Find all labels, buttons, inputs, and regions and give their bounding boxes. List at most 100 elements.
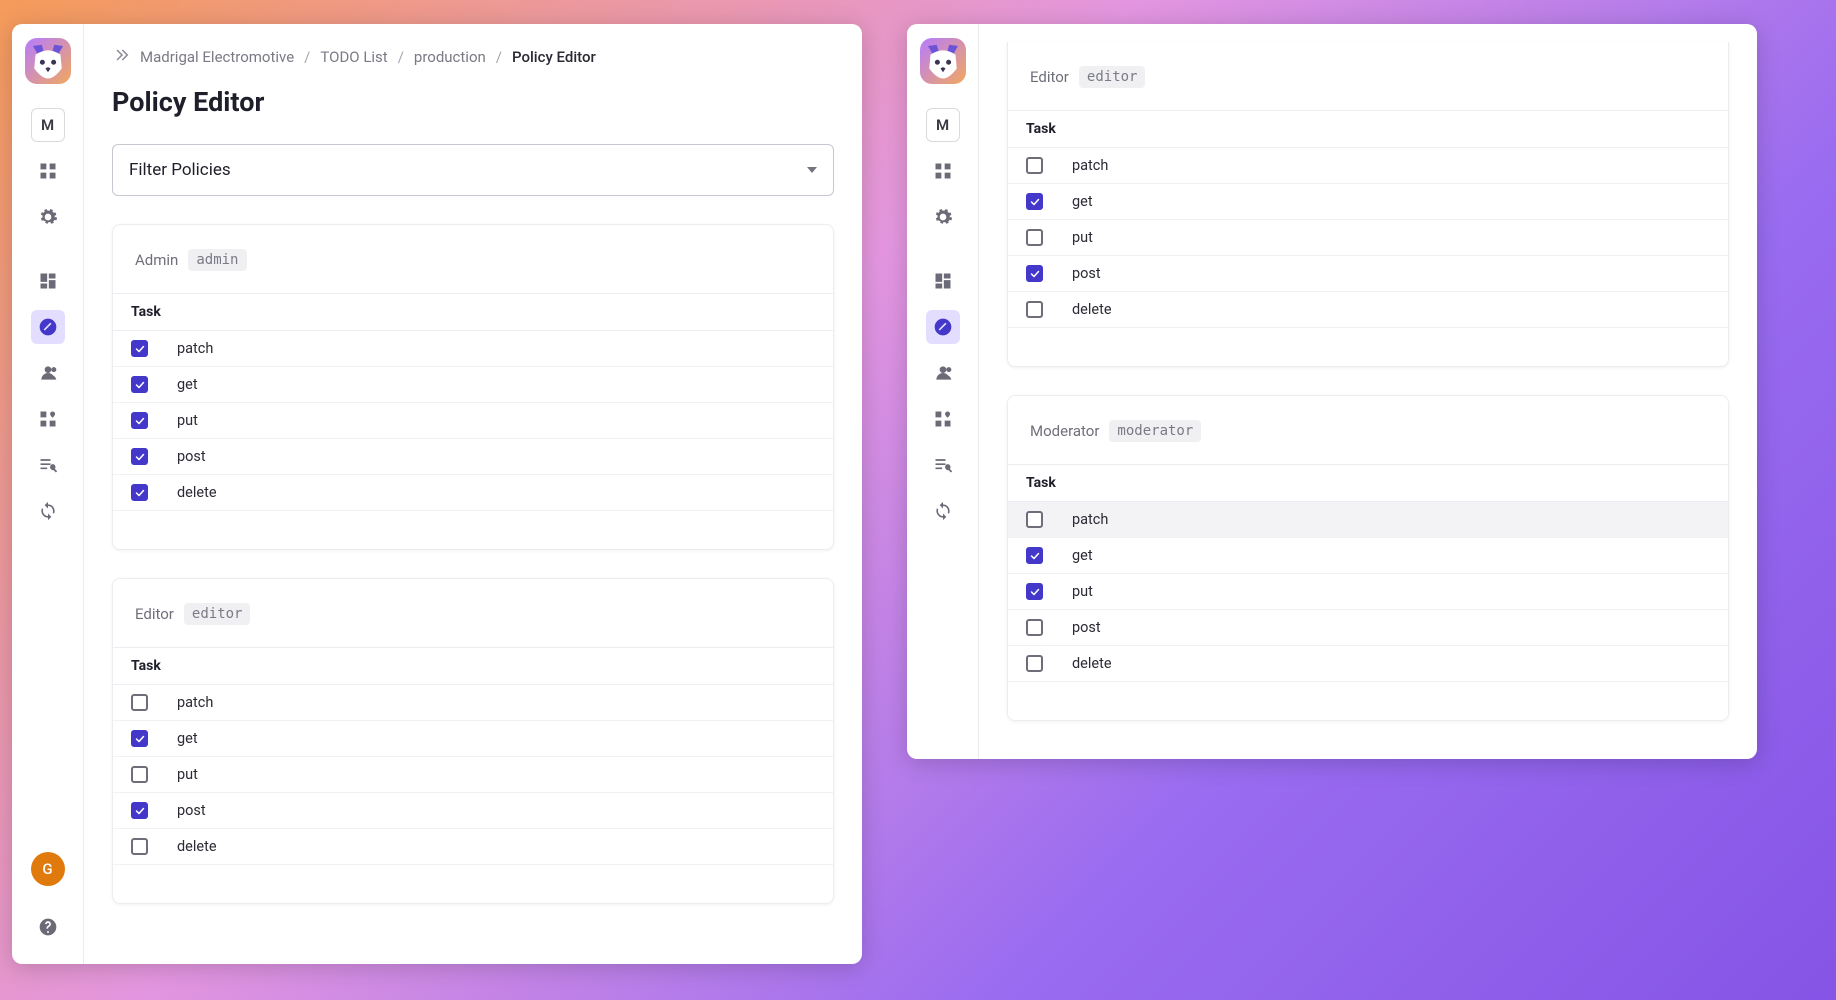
task-name: patch <box>1054 157 1108 174</box>
nav-settings[interactable] <box>31 200 65 234</box>
nav-apps[interactable] <box>926 154 960 188</box>
people-icon <box>933 363 953 383</box>
table-header-task: Task <box>1026 475 1202 491</box>
policy-circle-icon <box>38 317 58 337</box>
nav-search-list[interactable] <box>926 448 960 482</box>
nav-dashboard[interactable] <box>31 264 65 298</box>
task-checkbox[interactable] <box>1026 583 1043 600</box>
sidebar: M <box>907 24 979 759</box>
app-logo[interactable] <box>920 38 966 84</box>
role-code: admin <box>188 249 246 271</box>
task-checkbox[interactable] <box>1026 229 1043 246</box>
task-checkbox[interactable] <box>131 448 148 465</box>
task-name: get <box>1054 547 1093 564</box>
task-rows-admin: patchget put post delete <box>113 331 833 511</box>
role-code: editor <box>184 603 251 625</box>
dashboard-icon <box>933 271 953 291</box>
nav-users[interactable] <box>31 356 65 390</box>
task-name: post <box>1054 619 1101 636</box>
table-row: put <box>1008 220 1728 256</box>
task-checkbox[interactable] <box>1026 547 1043 564</box>
table-row: put <box>113 403 833 439</box>
table-header-task: Task <box>131 304 307 320</box>
task-checkbox[interactable] <box>1026 301 1043 318</box>
table-row: delete <box>1008 292 1728 328</box>
task-checkbox[interactable] <box>1026 619 1043 636</box>
task-checkbox[interactable] <box>131 838 148 855</box>
task-checkbox[interactable] <box>131 340 148 357</box>
crumb-current: Policy Editor <box>512 48 596 66</box>
nav-widgets[interactable] <box>31 402 65 436</box>
workspace-switcher[interactable]: M <box>31 108 65 142</box>
app-logo[interactable] <box>25 38 71 84</box>
table-row: post <box>113 439 833 475</box>
task-name: post <box>159 448 206 465</box>
gear-icon <box>38 207 58 227</box>
nav-apps[interactable] <box>31 154 65 188</box>
user-avatar[interactable]: G <box>31 852 65 886</box>
task-name: delete <box>159 484 217 501</box>
nav-help[interactable] <box>31 910 65 944</box>
crumb-env[interactable]: production <box>414 48 486 66</box>
task-name: put <box>159 412 198 429</box>
apps-grid-icon <box>38 161 58 181</box>
husky-logo-icon <box>923 41 963 81</box>
task-name: put <box>1054 229 1093 246</box>
main-content: Madrigal Electromotive / TODO List / pro… <box>84 24 862 964</box>
task-checkbox[interactable] <box>131 484 148 501</box>
role-code: moderator <box>1109 420 1201 442</box>
task-name: put <box>159 766 198 783</box>
nav-policy-editor[interactable] <box>31 310 65 344</box>
task-name: patch <box>1054 511 1108 528</box>
task-rows-editor-right: patch get put post delete <box>1008 148 1728 328</box>
list-search-icon <box>933 455 953 475</box>
chevrons-right-icon[interactable] <box>112 46 130 68</box>
task-name: get <box>1054 193 1093 210</box>
task-checkbox[interactable] <box>1026 655 1043 672</box>
task-checkbox[interactable] <box>131 730 148 747</box>
task-name: get <box>159 730 198 747</box>
nav-settings[interactable] <box>926 200 960 234</box>
nav-users[interactable] <box>926 356 960 390</box>
role-card-editor: Editor editor Task patchgetputpostdelete <box>1007 42 1729 367</box>
help-circle-icon <box>38 917 58 937</box>
chevron-down-icon <box>807 167 817 173</box>
task-name: post <box>1054 265 1101 282</box>
table-row: post <box>1008 256 1728 292</box>
task-checkbox[interactable] <box>131 412 148 429</box>
role-card-admin: Admin admin Task patchgetputpostdelete <box>112 224 834 550</box>
crumb-project[interactable]: TODO List <box>320 48 387 66</box>
role-label: Editor <box>135 605 174 623</box>
table-row: put <box>1008 574 1728 610</box>
list-search-icon <box>38 455 58 475</box>
nav-sync[interactable] <box>31 494 65 528</box>
nav-dashboard[interactable] <box>926 264 960 298</box>
task-checkbox[interactable] <box>131 694 148 711</box>
table-header-task: Task <box>1026 121 1202 137</box>
widgets-heart-icon <box>933 409 953 429</box>
filter-policies-select[interactable]: Filter Policies <box>112 144 834 196</box>
table-row: post <box>113 793 833 829</box>
task-name: patch <box>159 694 213 711</box>
crumb-org[interactable]: Madrigal Electromotive <box>140 48 294 66</box>
role-card-editor: Editor editor Task patchgetputpostdelete <box>112 578 834 904</box>
nav-sync[interactable] <box>926 494 960 528</box>
nav-widgets[interactable] <box>926 402 960 436</box>
task-checkbox[interactable] <box>1026 193 1043 210</box>
task-checkbox[interactable] <box>131 376 148 393</box>
nav-policy-editor[interactable] <box>926 310 960 344</box>
table-row: patch <box>1008 502 1728 538</box>
nav-search-list[interactable] <box>31 448 65 482</box>
table-row: patch <box>113 685 833 721</box>
task-checkbox[interactable] <box>1026 265 1043 282</box>
task-checkbox[interactable] <box>1026 157 1043 174</box>
task-name: post <box>159 802 206 819</box>
table-row: delete <box>113 829 833 865</box>
workspace-switcher[interactable]: M <box>926 108 960 142</box>
table-row: get <box>113 367 833 403</box>
task-checkbox[interactable] <box>131 766 148 783</box>
task-checkbox[interactable] <box>131 802 148 819</box>
table-row: delete <box>113 475 833 511</box>
table-row: patch <box>113 331 833 367</box>
task-checkbox[interactable] <box>1026 511 1043 528</box>
